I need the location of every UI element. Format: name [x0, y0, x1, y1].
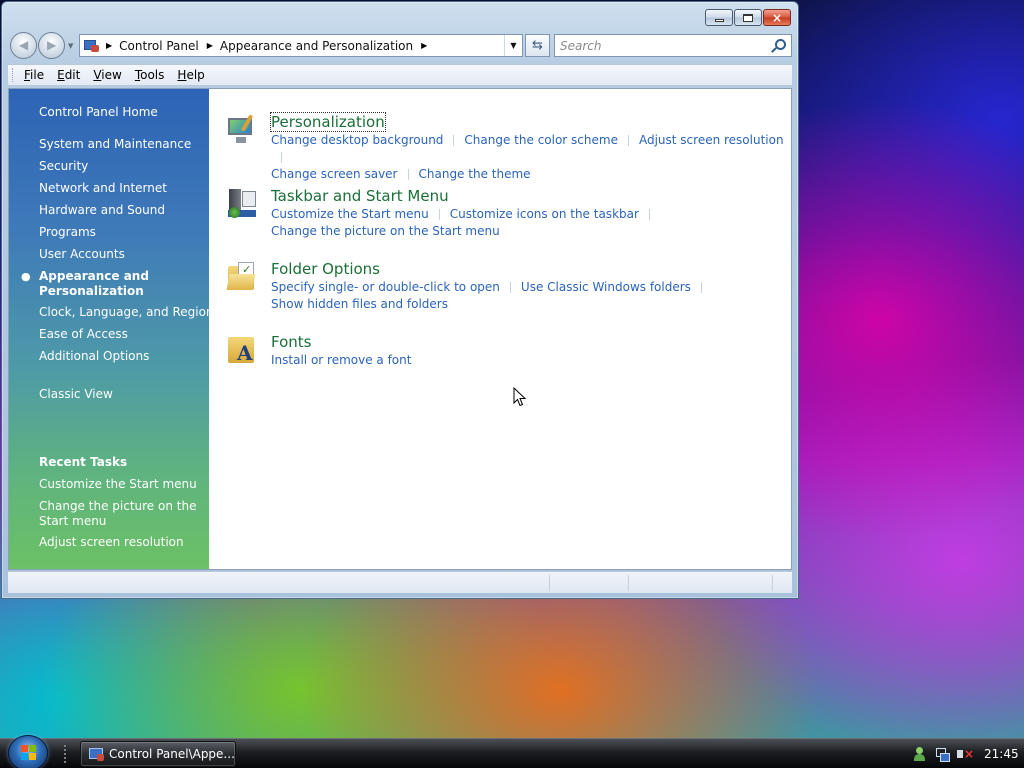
current-bullet-icon: ●	[21, 270, 31, 283]
recent-pages-dropdown[interactable]: ▼	[68, 42, 73, 50]
sidebar-item-network[interactable]: Network and Internet	[39, 181, 167, 196]
category-title-fonts[interactable]: Fonts	[271, 333, 311, 351]
category-links: Customize the Start menu Customize icons …	[271, 206, 660, 240]
breadcrumb-arrow-icon[interactable]: ▶	[106, 41, 112, 50]
close-icon: ×	[771, 10, 783, 25]
task-pane: Control Panel Home System and Maintenanc…	[9, 89, 214, 569]
category-links: Specify single- or double-click to open U…	[271, 279, 712, 313]
recent-tasks-heading: Recent Tasks	[39, 455, 128, 469]
sidebar-classic-view[interactable]: Classic View	[39, 387, 113, 402]
search-input[interactable]: Search	[554, 34, 792, 57]
forward-arrow-icon: ▶	[47, 38, 57, 52]
client-area: Control Panel Home System and Maintenanc…	[8, 88, 792, 570]
taskbar-button-control-panel[interactable]: Control Panel\Appe...	[80, 741, 236, 767]
category-title-folder-options[interactable]: Folder Options	[271, 260, 380, 278]
volume-muted-icon[interactable]	[956, 746, 974, 762]
menu-edit[interactable]: Edit	[57, 68, 80, 82]
link-adjust-screen-resolution[interactable]: Adjust screen resolution	[639, 133, 784, 147]
breadcrumb-appearance[interactable]: Appearance and Personalization	[220, 39, 413, 53]
menu-bar: File Edit View Tools Help	[8, 64, 792, 86]
recent-task-change-picture[interactable]: Change the picture on the Start menu	[39, 499, 196, 529]
sidebar-item-clock[interactable]: Clock, Language, and Region	[39, 305, 214, 320]
network-icon[interactable]	[934, 746, 950, 762]
mouse-cursor-icon	[513, 387, 526, 407]
link-customize-taskbar-icons[interactable]: Customize icons on the taskbar	[450, 207, 639, 221]
user-status-icon[interactable]	[912, 746, 928, 762]
taskbar: Control Panel\Appe... 21:45	[0, 735, 1024, 768]
start-button[interactable]	[8, 735, 48, 768]
menu-file[interactable]: File	[24, 68, 44, 82]
sidebar-item-user-accounts[interactable]: User Accounts	[39, 247, 125, 262]
control-panel-icon	[89, 748, 105, 762]
navigation-bar: ◀ ▶ ▼ ▶ Control Panel ▶ Appearance and P…	[8, 32, 792, 60]
breadcrumb-arrow-icon[interactable]: ▶	[207, 41, 213, 50]
sidebar-item-system[interactable]: System and Maintenance	[39, 137, 191, 152]
notification-area: 21:45	[906, 739, 1024, 768]
category-personalization: Personalization Change desktop backgroun…	[228, 112, 791, 183]
status-bar	[8, 571, 792, 593]
search-placeholder: Search	[560, 38, 602, 53]
menu-grip	[12, 68, 15, 82]
minimize-icon	[714, 18, 724, 22]
link-change-desktop-background[interactable]: Change desktop background	[271, 133, 443, 147]
category-links: Change desktop background Change the colo…	[271, 132, 791, 183]
minimize-button[interactable]	[705, 9, 733, 26]
refresh-button[interactable]: ⇆	[525, 34, 550, 57]
category-title-personalization[interactable]: Personalization	[270, 112, 386, 132]
menu-help[interactable]: Help	[177, 68, 204, 82]
link-change-screen-saver[interactable]: Change screen saver	[271, 167, 398, 181]
sidebar-item-security[interactable]: Security	[39, 159, 88, 174]
taskbar-start-menu-icon[interactable]	[225, 187, 259, 221]
taskbar-button-label: Control Panel\Appe...	[109, 747, 235, 761]
folder-options-icon[interactable]: ✓	[225, 260, 259, 294]
caption-buttons: ×	[704, 9, 791, 26]
category-folder-options: ✓ Folder Options Specify single- or doub…	[226, 260, 712, 313]
close-button[interactable]: ×	[763, 9, 791, 26]
windows-logo-icon	[21, 745, 37, 761]
menu-view[interactable]: View	[93, 68, 121, 82]
category-taskbar: Taskbar and Start Menu Customize the Sta…	[228, 187, 660, 240]
link-classic-folders[interactable]: Use Classic Windows folders	[521, 280, 691, 294]
back-arrow-icon: ◀	[19, 38, 29, 52]
maximize-button[interactable]	[734, 9, 762, 26]
link-customize-start-menu[interactable]: Customize the Start menu	[271, 207, 429, 221]
link-install-remove-font[interactable]: Install or remove a font	[271, 353, 411, 367]
control-panel-window: × ◀ ▶ ▼ ▶ Control Panel ▶ Appearance and…	[1, 1, 799, 599]
link-change-color-scheme[interactable]: Change the color scheme	[464, 133, 618, 147]
control-panel-icon	[84, 39, 100, 53]
recent-task-customize-start[interactable]: Customize the Start menu	[39, 477, 197, 492]
category-fonts: A Fonts Install or remove a font	[228, 333, 411, 369]
fonts-icon[interactable]: A	[225, 333, 259, 367]
sidebar-control-panel-home[interactable]: Control Panel Home	[39, 105, 158, 120]
sidebar-item-appearance[interactable]: ● Appearance and Personalization	[21, 269, 149, 299]
maximize-icon	[743, 13, 753, 22]
search-icon[interactable]	[772, 39, 786, 52]
clock[interactable]: 21:45	[984, 747, 1019, 761]
personalization-icon[interactable]	[225, 113, 259, 147]
category-list: Personalization Change desktop backgroun…	[209, 89, 791, 569]
link-show-hidden-files[interactable]: Show hidden files and folders	[271, 297, 448, 311]
category-links: Install or remove a font	[271, 352, 411, 369]
sidebar-item-additional[interactable]: Additional Options	[39, 349, 149, 364]
sidebar-item-programs[interactable]: Programs	[39, 225, 96, 240]
taskbar-grip	[64, 745, 68, 763]
link-change-theme[interactable]: Change the theme	[419, 167, 531, 181]
address-bar[interactable]: ▶ Control Panel ▶ Appearance and Persona…	[79, 34, 523, 57]
sidebar-item-hardware[interactable]: Hardware and Sound	[39, 203, 165, 218]
link-change-start-picture[interactable]: Change the picture on the Start menu	[271, 224, 500, 238]
breadcrumb-arrow-icon[interactable]: ▶	[421, 41, 427, 50]
forward-button[interactable]: ▶	[38, 32, 65, 59]
back-button[interactable]: ◀	[10, 32, 37, 59]
menu-tools[interactable]: Tools	[135, 68, 165, 82]
refresh-icon: ⇆	[532, 38, 543, 53]
link-single-double-click[interactable]: Specify single- or double-click to open	[271, 280, 500, 294]
sidebar-item-ease-of-access[interactable]: Ease of Access	[39, 327, 128, 342]
address-dropdown-icon[interactable]: ▼	[504, 35, 522, 56]
breadcrumb-control-panel[interactable]: Control Panel	[119, 39, 199, 53]
recent-task-adjust-resolution[interactable]: Adjust screen resolution	[39, 535, 184, 550]
category-title-taskbar[interactable]: Taskbar and Start Menu	[271, 187, 449, 205]
